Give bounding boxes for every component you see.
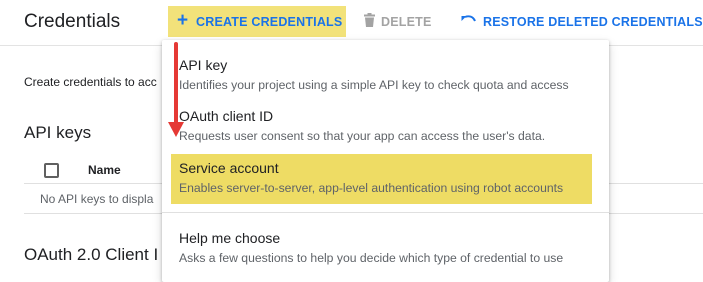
- api-keys-heading: API keys: [24, 123, 92, 142]
- page-title: Credentials: [24, 11, 121, 32]
- menu-item-description: Requests user consent so that your app c…: [179, 129, 546, 143]
- menu-item-oauth-client-id[interactable]: OAuth client ID Requests user consent so…: [162, 102, 609, 146]
- create-credentials-button[interactable]: + CREATE CREDENTIALS: [168, 6, 346, 37]
- name-column-header[interactable]: Name: [88, 163, 121, 177]
- create-credentials-label: CREATE CREDENTIALS: [196, 14, 343, 29]
- menu-item-title: OAuth client ID: [179, 108, 274, 124]
- oauth-clients-heading: OAuth 2.0 Client I: [24, 245, 159, 264]
- menu-item-service-account[interactable]: Service account Enables server-to-server…: [162, 154, 609, 204]
- menu-item-description: Asks a few questions to help you decide …: [179, 251, 564, 265]
- menu-item-title: API key: [179, 57, 228, 73]
- select-all-checkbox[interactable]: [44, 163, 59, 178]
- menu-divider: [162, 212, 609, 213]
- empty-table-message: No API keys to displa: [40, 192, 154, 206]
- intro-text: Create credentials to acc: [24, 75, 157, 89]
- undo-icon: [461, 13, 476, 31]
- menu-item-api-key[interactable]: API key Identifies your project using a …: [162, 52, 609, 96]
- menu-item-title: Help me choose: [179, 230, 281, 246]
- delete-button[interactable]: DELETE: [364, 12, 432, 32]
- create-credentials-menu: API key Identifies your project using a …: [162, 40, 609, 282]
- menu-item-description: Enables server-to-server, app-level auth…: [179, 181, 564, 195]
- plus-icon: +: [177, 9, 189, 31]
- menu-item-title: Service account: [179, 160, 279, 176]
- restore-deleted-credentials-button[interactable]: RESTORE DELETED CREDENTIALS: [461, 13, 703, 31]
- restore-label: RESTORE DELETED CREDENTIALS: [483, 15, 703, 29]
- trash-icon: [364, 12, 375, 32]
- delete-label: DELETE: [381, 15, 432, 29]
- menu-item-description: Identifies your project using a simple A…: [179, 78, 569, 92]
- menu-item-help-me-choose[interactable]: Help me choose Asks a few questions to h…: [162, 224, 609, 268]
